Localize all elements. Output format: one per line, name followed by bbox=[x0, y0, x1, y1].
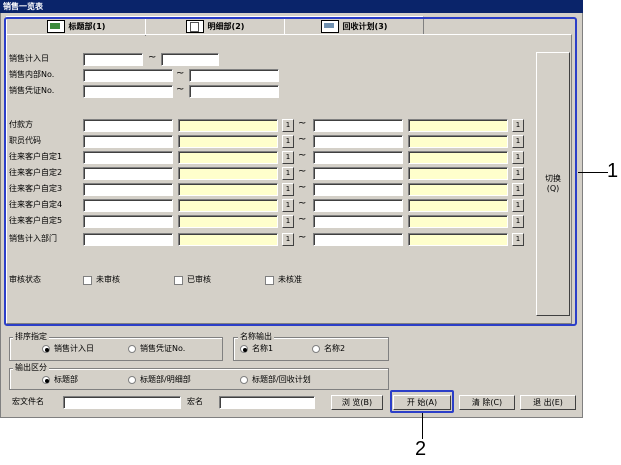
callout-line-2 bbox=[422, 413, 423, 439]
radio-label: 标题部/明细部 bbox=[140, 375, 191, 384]
callout-number-1: 1 bbox=[607, 160, 619, 182]
macro-file-input[interactable] bbox=[63, 396, 181, 409]
group-title: 排序指定 bbox=[13, 332, 49, 342]
name2-radio[interactable] bbox=[312, 345, 320, 353]
radio-label: 标题部/回收计划 bbox=[252, 375, 311, 384]
sort-voucher-radio[interactable] bbox=[128, 345, 136, 353]
window-title: 销售一览表 bbox=[0, 0, 583, 13]
macro-file-label: 宏文件名 bbox=[12, 397, 44, 406]
start-highlight-box bbox=[390, 390, 454, 413]
browse-button[interactable]: 浏 览(B) bbox=[331, 395, 383, 410]
output-header-detail-radio[interactable] bbox=[128, 376, 136, 384]
sort-date-radio[interactable] bbox=[42, 345, 50, 353]
radio-label: 名称1 bbox=[252, 344, 274, 353]
output-header-plan-radio[interactable] bbox=[240, 376, 248, 384]
radio-label: 销售计入日 bbox=[54, 344, 94, 353]
clear-button[interactable]: 清 除(C) bbox=[459, 395, 515, 410]
output-header-radio[interactable] bbox=[42, 376, 50, 384]
exit-button[interactable]: 退 出(E) bbox=[520, 395, 576, 410]
callout-line-1 bbox=[578, 172, 608, 173]
highlight-box bbox=[4, 17, 577, 326]
name1-radio[interactable] bbox=[240, 345, 248, 353]
radio-label: 名称2 bbox=[324, 344, 346, 353]
callout-number-2: 2 bbox=[415, 438, 427, 460]
group-title: 输出区分 bbox=[13, 363, 49, 373]
radio-label: 标题部 bbox=[54, 375, 78, 384]
radio-label: 销售凭证No. bbox=[140, 344, 186, 353]
group-title: 名称输出 bbox=[238, 332, 274, 342]
macro-name-label: 宏名 bbox=[187, 397, 203, 406]
macro-name-input[interactable] bbox=[219, 396, 315, 409]
